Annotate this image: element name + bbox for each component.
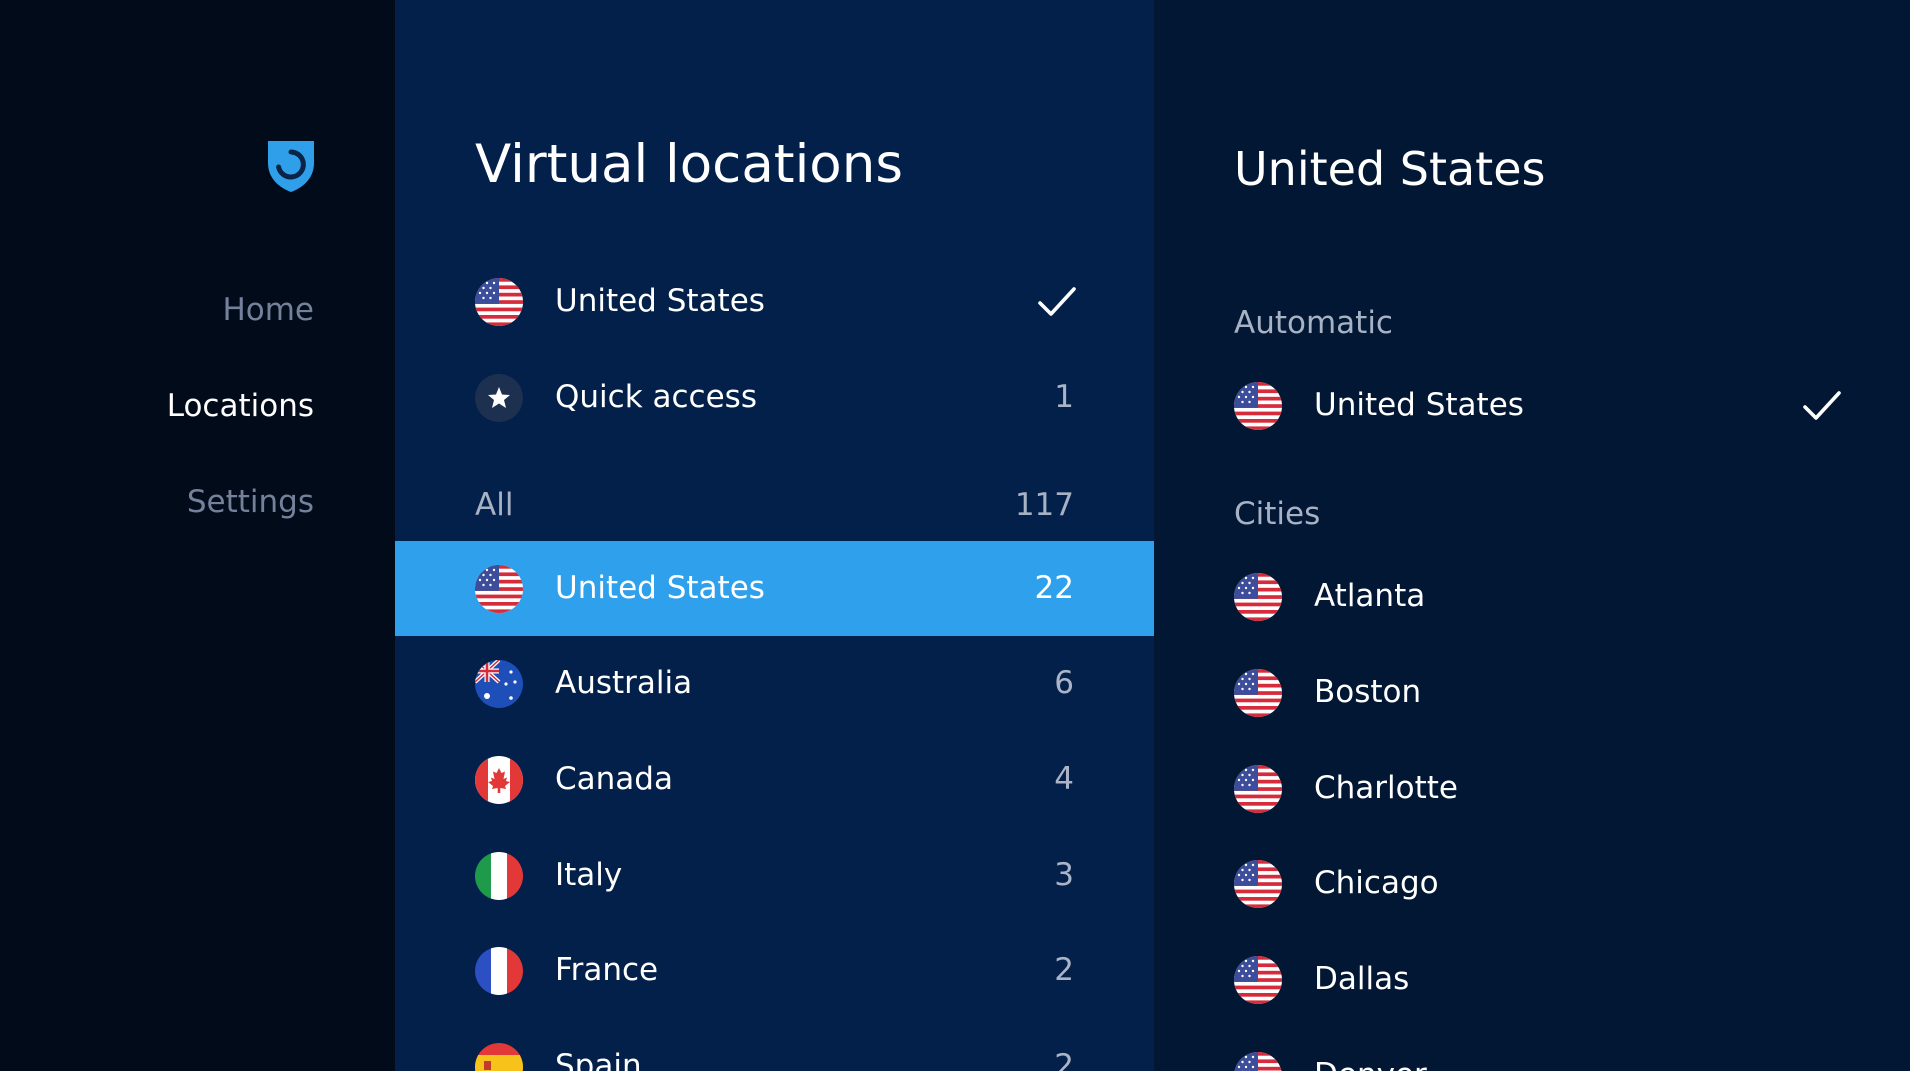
country-count: 3: [1054, 857, 1074, 893]
app-window: Home Locations Settings Virtual location…: [0, 0, 1910, 1071]
us-flag-icon: [475, 278, 523, 326]
nav-item-settings[interactable]: Settings: [187, 484, 314, 520]
quick-access-label: Quick access: [555, 379, 757, 415]
quick-access-count: 1: [1054, 379, 1074, 415]
city-label: Atlanta: [1314, 578, 1426, 614]
city-row-chicago[interactable]: Chicago: [1154, 836, 1910, 931]
star-icon: [475, 374, 523, 422]
current-location-label: United States: [555, 283, 765, 319]
quick-access-row[interactable]: Quick access 1: [395, 350, 1154, 445]
city-row-charlotte[interactable]: Charlotte: [1154, 741, 1910, 836]
city-label: Boston: [1314, 674, 1422, 710]
current-location-row[interactable]: United States: [395, 254, 1154, 349]
us-flag-icon: [1234, 669, 1282, 717]
country-row-united-states[interactable]: United States 22: [395, 541, 1154, 636]
city-label: Dallas: [1314, 961, 1410, 997]
country-label: France: [555, 952, 659, 988]
city-label: Chicago: [1314, 865, 1439, 901]
au-flag-icon: [475, 660, 523, 708]
detail-title: United States: [1234, 142, 1546, 196]
city-label: Denver: [1314, 1028, 1427, 1071]
checkmark-icon: [1037, 284, 1077, 320]
city-label: Charlotte: [1314, 770, 1458, 806]
country-count: 6: [1054, 665, 1074, 701]
us-flag-icon: [475, 565, 523, 613]
us-flag-icon: [1234, 573, 1282, 621]
page-title: Virtual locations: [475, 134, 903, 195]
city-row-atlanta[interactable]: Atlanta: [1154, 549, 1910, 644]
country-count: 2: [1054, 952, 1074, 988]
country-row-canada[interactable]: Canada 4: [395, 732, 1154, 827]
country-count: 22: [1034, 570, 1074, 606]
nav-item-home[interactable]: Home: [222, 292, 314, 328]
automatic-location-label: United States: [1314, 387, 1524, 423]
fr-flag-icon: [475, 947, 523, 995]
us-flag-icon: [1234, 956, 1282, 1004]
all-section-count: 117: [1014, 487, 1074, 523]
country-detail-panel: United States Automatic United States Ci…: [1154, 0, 1910, 1071]
city-row-boston[interactable]: Boston: [1154, 645, 1910, 740]
country-label: Italy: [555, 857, 623, 893]
country-label: Spain: [555, 1048, 642, 1071]
locations-panel: Virtual locations United States Quick ac…: [395, 0, 1154, 1071]
us-flag-icon: [1234, 382, 1282, 430]
shield-logo-icon: [266, 137, 316, 193]
side-navigation: Home Locations Settings: [0, 0, 395, 1071]
country-count: 4: [1054, 761, 1074, 797]
country-row-italy[interactable]: Italy 3: [395, 828, 1154, 923]
country-label: Australia: [555, 665, 693, 701]
us-flag-icon: [1234, 1052, 1282, 1071]
city-row-dallas[interactable]: Dallas: [1154, 932, 1910, 1027]
city-row-denver[interactable]: Denver: [1154, 1028, 1910, 1071]
country-row-france[interactable]: France 2: [395, 923, 1154, 1018]
automatic-location-row[interactable]: United States: [1154, 358, 1910, 453]
automatic-section-header: Automatic: [1234, 305, 1393, 341]
it-flag-icon: [475, 852, 523, 900]
nav-item-locations[interactable]: Locations: [167, 388, 314, 424]
us-flag-icon: [1234, 765, 1282, 813]
cities-section-header: Cities: [1234, 496, 1321, 532]
es-flag-icon: [475, 1043, 523, 1071]
country-label: United States: [555, 570, 765, 606]
country-row-australia[interactable]: Australia 6: [395, 636, 1154, 731]
all-section-header: All: [475, 487, 514, 523]
country-count: 2: [1054, 1048, 1074, 1071]
country-label: Canada: [555, 761, 673, 797]
country-row-spain[interactable]: Spain 2: [395, 1019, 1154, 1071]
ca-flag-icon: [475, 756, 523, 804]
checkmark-icon: [1802, 388, 1842, 424]
us-flag-icon: [1234, 860, 1282, 908]
